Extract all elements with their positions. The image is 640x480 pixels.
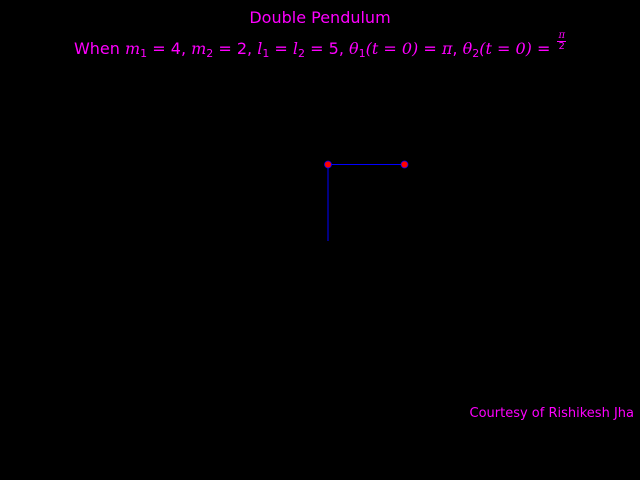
credit-text: Courtesy of Rishikesh Jha [469, 406, 635, 421]
first-bob [324, 160, 332, 169]
second-bob [400, 160, 409, 169]
pendulum-canvas: Double Pendulum When m1 = 4, m2 = 2, l1 … [0, 0, 640, 480]
